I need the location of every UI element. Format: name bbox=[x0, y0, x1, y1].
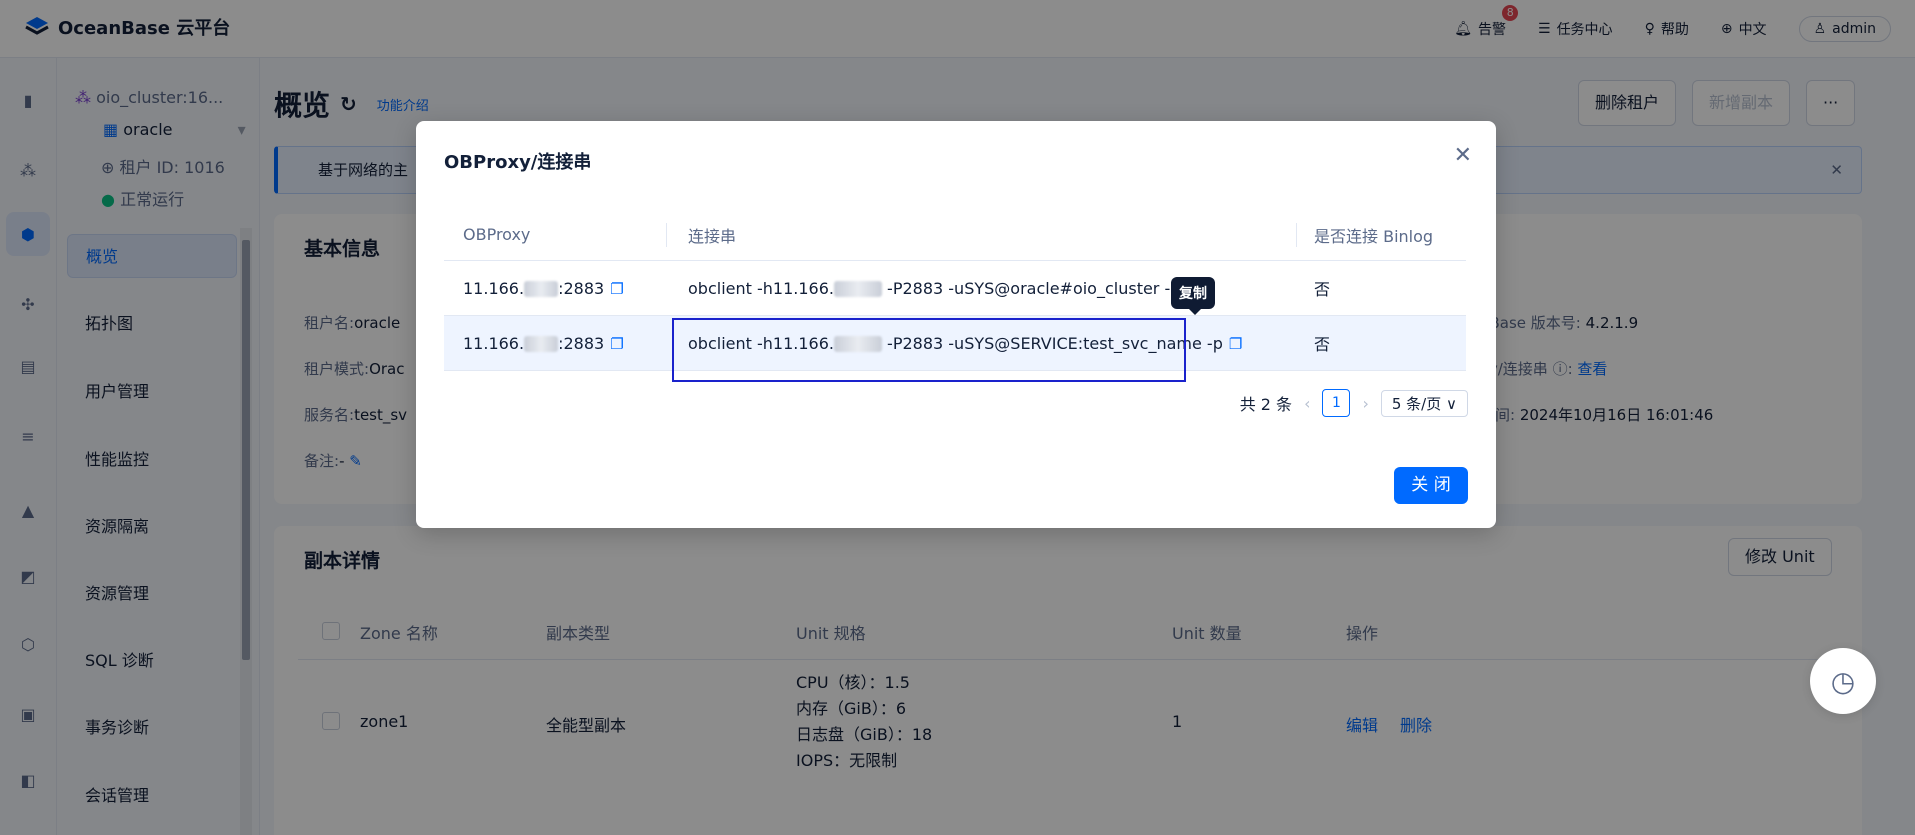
col-connection: 连接串 bbox=[688, 226, 737, 246]
proxy-prefix: 11.166. bbox=[463, 333, 525, 353]
copy-icon[interactable]: ❐ bbox=[610, 335, 623, 353]
table-header: OBProxy 连接串 是否连接 Binlog bbox=[444, 209, 1466, 261]
proxy-address: 11.166. :2883 ❐ bbox=[463, 334, 624, 353]
total-count: 共 2 条 bbox=[1239, 395, 1293, 414]
proxy-address: 11.166. :2883 ❐ bbox=[463, 279, 624, 298]
dialog-title: OBProxy/连接串 bbox=[444, 152, 592, 173]
binlog-value: 否 bbox=[1314, 280, 1331, 299]
close-button[interactable]: 关 闭 bbox=[1394, 467, 1468, 504]
close-icon[interactable]: ✕ bbox=[1454, 143, 1472, 168]
masked-text bbox=[833, 281, 882, 297]
connection-string: obclient -h11.166. -P2883 -uSYS@oracle#o… bbox=[688, 279, 1200, 298]
col-divider bbox=[666, 223, 667, 247]
highlight-box bbox=[672, 318, 1186, 382]
table-row: 11.166. :2883 ❐ obclient -h11.166. -P2883 … bbox=[444, 261, 1466, 316]
copy-tooltip: 复制 bbox=[1171, 277, 1215, 315]
proxy-port: :2883 bbox=[558, 333, 605, 353]
copy-icon[interactable]: ❐ bbox=[1229, 335, 1242, 353]
conn-prefix: obclient -h11.166. bbox=[688, 278, 834, 298]
masked-text bbox=[524, 336, 559, 352]
proxy-port: :2883 bbox=[558, 278, 605, 298]
masked-text bbox=[524, 281, 559, 297]
page-1[interactable]: 1 bbox=[1322, 389, 1351, 417]
page-size-select[interactable]: 5 条/页 ∨ bbox=[1380, 389, 1468, 417]
pagination: 共 2 条 ‹ 1 › 5 条/页 ∨ bbox=[1240, 389, 1468, 417]
binlog-value: 否 bbox=[1314, 335, 1331, 354]
col-obproxy: OBProxy bbox=[463, 225, 531, 244]
clock-icon: ◷ bbox=[1830, 664, 1856, 698]
proxy-prefix: 11.166. bbox=[463, 278, 525, 298]
conn-suffix: -P2883 -uSYS@oracle#oio_cluster -p bbox=[881, 278, 1181, 298]
obproxy-dialog: OBProxy/连接串 ✕ OBProxy 连接串 是否连接 Binlog 11… bbox=[416, 121, 1496, 528]
chevron-right-icon[interactable]: › bbox=[1362, 394, 1368, 413]
col-divider bbox=[1296, 223, 1297, 247]
history-button[interactable]: ◷ bbox=[1810, 648, 1876, 714]
col-binlog: 是否连接 Binlog bbox=[1314, 226, 1434, 246]
chevron-left-icon[interactable]: ‹ bbox=[1304, 394, 1310, 413]
copy-icon[interactable]: ❐ bbox=[610, 280, 623, 298]
